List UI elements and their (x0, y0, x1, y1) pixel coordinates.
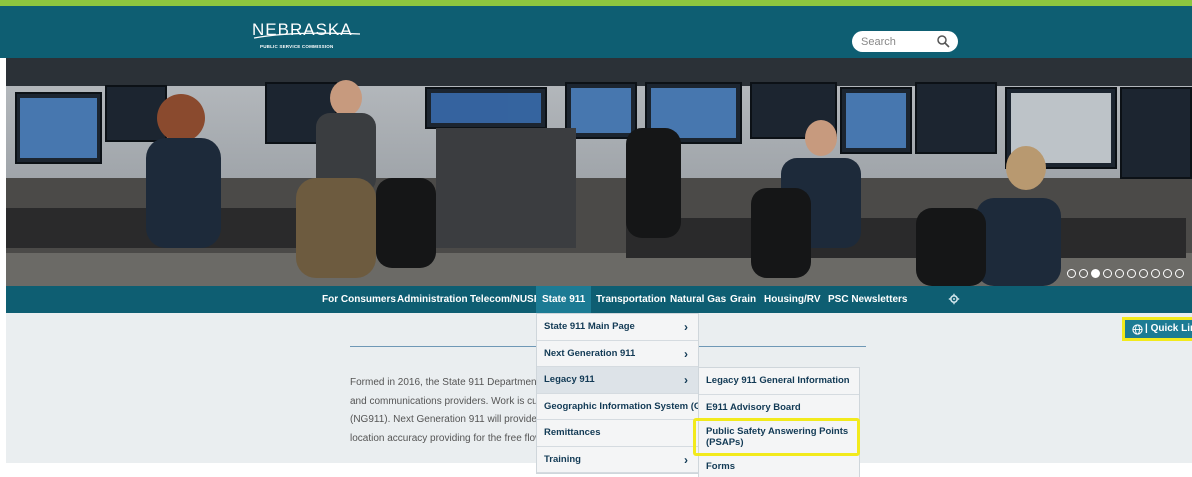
menu-item-gis[interactable]: Geographic Information System (GIS) (537, 394, 713, 420)
carousel-dot[interactable] (1175, 269, 1184, 278)
nav-telecom-nusf[interactable]: Telecom/NUSF (464, 286, 546, 313)
menu-item-label: Next Generation 911 (544, 347, 636, 359)
nav-administration[interactable]: Administration (391, 286, 474, 313)
intro-paragraph: Formed in 2016, the State 911 Department… (350, 374, 540, 448)
menu-item-label: State 911 Main Page (544, 321, 635, 332)
hero-image (6, 58, 1192, 286)
menu-item-remittances[interactable]: Remittances (537, 420, 698, 447)
nav-grain[interactable]: Grain (724, 286, 762, 313)
gear-icon[interactable] (948, 293, 960, 305)
site-logo[interactable]: NEBRASKA PUBLIC SERVICE COMMISSION (252, 20, 362, 54)
submenu-item-forms[interactable]: Forms (699, 454, 859, 477)
search-box[interactable] (852, 31, 958, 52)
chevron-right-icon: › (684, 346, 688, 361)
menu-item-next-generation-911[interactable]: Next Generation 911 › (537, 341, 698, 367)
nav-psc-newsletters[interactable]: PSC Newsletters (822, 286, 913, 313)
menu-item-label: Remittances (544, 427, 601, 438)
carousel-dots (1067, 269, 1184, 278)
highlight-box (693, 418, 860, 456)
carousel-dot[interactable] (1151, 269, 1160, 278)
quick-links-button[interactable]: | Quick Lin (1122, 317, 1192, 341)
site-header: NEBRASKA PUBLIC SERVICE COMMISSION (0, 6, 1192, 58)
carousel-dot[interactable] (1103, 269, 1112, 278)
paragraph-line: Formed in 2016, the State 911 Department… (350, 377, 540, 388)
search-input[interactable] (861, 34, 931, 49)
state-911-dropdown: State 911 Main Page › Next Generation 91… (536, 313, 713, 474)
carousel-dot[interactable] (1163, 269, 1172, 278)
nav-transportation[interactable]: Transportation (590, 286, 672, 313)
quick-links-label: | Quick Lin (1145, 323, 1192, 334)
nav-state-911[interactable]: State 911 (536, 286, 592, 313)
search-icon[interactable] (936, 34, 951, 49)
menu-item-label: Geographic Information System (GIS) (544, 400, 714, 412)
globe-icon (1132, 324, 1143, 335)
menu-item-state-911-main-page[interactable]: State 911 Main Page › (537, 314, 698, 341)
menu-item-label: Training (544, 453, 581, 465)
menu-item-training[interactable]: Training › (537, 447, 698, 473)
carousel-dot[interactable] (1127, 269, 1136, 278)
nav-housing-rv[interactable]: Housing/RV (758, 286, 826, 313)
chevron-right-icon: › (684, 373, 688, 387)
chevron-right-icon: › (684, 452, 688, 467)
nav-natural-gas[interactable]: Natural Gas (664, 286, 732, 313)
menu-item-label: Legacy 911 (544, 374, 595, 385)
submenu-item-general-information[interactable]: Legacy 911 General Information (699, 368, 859, 395)
paragraph-line: and communications providers. Work is cu… (350, 395, 540, 407)
carousel-dot[interactable] (1115, 269, 1124, 278)
carousel-dot-active[interactable] (1091, 269, 1100, 278)
carousel-dot[interactable] (1139, 269, 1148, 278)
main-nav: For Consumers Administration Telecom/NUS… (6, 286, 1192, 313)
carousel-dot[interactable] (1067, 269, 1076, 278)
menu-item-legacy-911[interactable]: Legacy 911 › (537, 367, 698, 394)
dispatch-center-photo (6, 58, 1192, 286)
paragraph-line: (NG911). Next Generation 911 will provid… (350, 414, 540, 425)
nav-for-consumers[interactable]: For Consumers (316, 286, 402, 313)
chevron-right-icon: › (684, 320, 688, 334)
logo-subtitle: PUBLIC SERVICE COMMISSION (260, 44, 334, 49)
carousel-dot[interactable] (1079, 269, 1088, 278)
logo-swoosh-icon (253, 32, 361, 39)
paragraph-line: location accuracy providing for the free… (350, 432, 540, 444)
